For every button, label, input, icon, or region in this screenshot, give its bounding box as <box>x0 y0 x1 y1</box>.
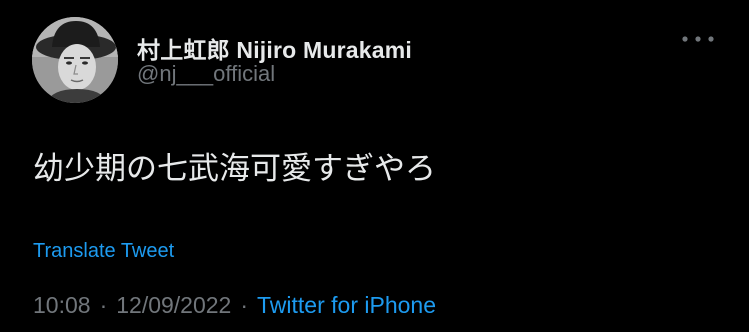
tweet-time[interactable]: 10:08 <box>33 292 91 319</box>
separator-dot: · <box>240 292 249 318</box>
tweet-metadata: 10:08 · 12/09/2022 · Twitter for iPhone <box>33 292 436 319</box>
more-options-button[interactable] <box>678 28 718 50</box>
tweet-date[interactable]: 12/09/2022 <box>116 292 231 319</box>
author-display-name[interactable]: 村上虹郎 Nijiro Murakami <box>137 31 412 65</box>
author-handle[interactable]: @nj___official <box>137 61 275 87</box>
tweet-text: 幼少期の七武海可愛すぎやろ <box>33 151 436 187</box>
avatar[interactable] <box>32 17 118 103</box>
separator-dot: · <box>99 292 108 318</box>
more-horizontal-icon <box>682 36 714 42</box>
tweet: 村上虹郎 Nijiro Murakami @nj___official 幼少期の… <box>0 0 749 332</box>
translate-tweet-link[interactable]: Translate Tweet <box>33 240 174 263</box>
profile-photo-icon <box>32 17 118 103</box>
tweet-source-link[interactable]: Twitter for iPhone <box>257 292 436 319</box>
